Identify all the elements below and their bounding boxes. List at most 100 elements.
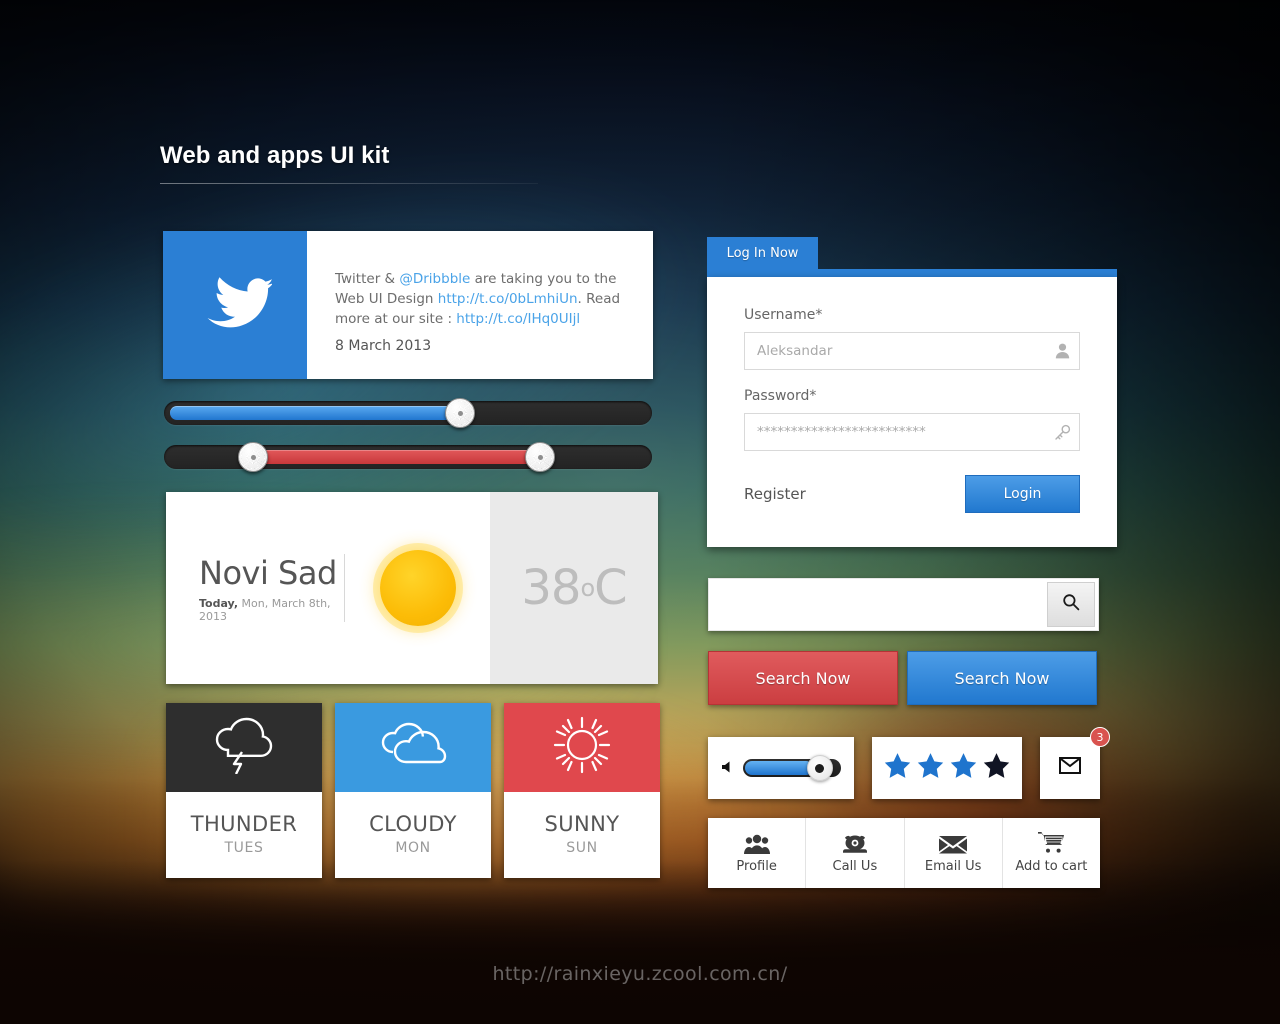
speaker-icon (721, 761, 735, 776)
forecast-name: THUNDER (190, 812, 298, 836)
page-title: Web and apps UI kit (160, 142, 390, 169)
widget-row: 3 (708, 727, 1110, 799)
sun-icon (379, 550, 456, 626)
login-button[interactable]: Login (965, 475, 1080, 513)
forecast-card-body: CLOUDY MON (335, 792, 491, 878)
weather-temp-value: 38 (521, 560, 581, 616)
tweet-seg-0: Twitter & (335, 271, 400, 287)
blue-slider[interactable] (164, 398, 652, 428)
username-field-box[interactable] (744, 332, 1080, 370)
twitter-card: Twitter & @Dribbble are taking you to th… (163, 231, 653, 379)
tweet-link-dribbble[interactable]: @Dribbble (399, 271, 470, 287)
envelope-icon (939, 832, 968, 854)
star-icon-1[interactable] (883, 751, 912, 785)
password-label: Password* (744, 388, 817, 404)
weather-temperature: 38 o C (490, 492, 658, 684)
red-slider-fill (254, 450, 542, 464)
cloudy-icon (377, 716, 449, 779)
login-panel: Username* Password* Register (707, 277, 1117, 547)
forecast-icon-panel (504, 703, 660, 792)
icon-bar-item-call-us[interactable]: Call Us (806, 818, 905, 888)
twitter-card-body: Twitter & @Dribbble are taking you to th… (307, 231, 653, 379)
forecast-icon-panel (166, 703, 322, 792)
icon-bar-item-profile[interactable]: Profile (708, 818, 807, 888)
search-button[interactable] (1047, 582, 1095, 627)
tweet-date: 8 March 2013 (335, 338, 432, 354)
forecast-name: CLOUDY (369, 812, 457, 836)
sunny-icon (546, 716, 618, 779)
forecast-card-body: SUNNY SUN (504, 792, 660, 878)
search-button-row: Search Now Search Now (708, 651, 1097, 705)
username-label: Username* (744, 307, 823, 323)
red-slider-handle-low[interactable] (238, 442, 268, 472)
volume-slider-handle[interactable] (806, 755, 833, 781)
tweet-link-2[interactable]: http://t.co/IHq0UIjl (456, 311, 580, 327)
icon-bar: Profile Call Us Email Us Add to cart (708, 818, 1100, 888)
login-actions: Register Login (744, 475, 1080, 513)
volume-slider-fill (744, 761, 813, 775)
weather-date-prefix: Today, (199, 596, 239, 610)
blue-slider-fill (170, 406, 462, 420)
login-panel-topbar (707, 269, 1117, 277)
forecast-card-sunny[interactable]: SUNNY SUN (504, 703, 660, 878)
twitter-bird-icon (198, 272, 274, 339)
envelope-icon (1059, 757, 1081, 779)
user-icon (1045, 343, 1079, 359)
weather-date: Today, Mon, March 8th, 2013 (199, 597, 344, 623)
people-icon (743, 832, 770, 854)
register-link[interactable]: Register (744, 485, 806, 503)
blue-slider-handle[interactable] (445, 398, 475, 428)
tweet-link-1[interactable]: http://t.co/0bLmhiUn (438, 291, 578, 307)
search-input[interactable] (709, 579, 1047, 630)
forecast-name: SUNNY (544, 812, 620, 836)
password-field-box[interactable] (744, 413, 1080, 451)
search-now-red-button[interactable]: Search Now (708, 651, 898, 705)
username-input[interactable] (745, 333, 1045, 369)
red-range-slider[interactable] (164, 442, 652, 472)
weather-city: Novi Sad (199, 553, 337, 592)
star-rating-widget[interactable] (872, 737, 1022, 799)
watermark-url: http://rainxieyu.zcool.com.cn/ (492, 963, 788, 985)
mail-badge-count: 3 (1090, 727, 1110, 747)
volume-slider[interactable] (742, 755, 841, 781)
star-icon-4[interactable] (982, 751, 1011, 785)
field-spacer (744, 370, 1080, 388)
telephone-icon (842, 832, 868, 854)
star-icon-2[interactable] (916, 751, 945, 785)
twitter-logo-panel (163, 231, 307, 379)
icon-bar-item-email-us[interactable]: Email Us (905, 818, 1003, 888)
forecast-icon-panel (335, 703, 491, 792)
star-icon-3[interactable] (949, 751, 978, 785)
icon-bar-label: Profile (736, 859, 777, 874)
forecast-day: TUES (224, 840, 264, 856)
icon-bar-label: Call Us (832, 859, 878, 874)
forecast-card-cloudy[interactable]: CLOUDY MON (335, 703, 491, 878)
weather-city-block: Novi Sad Today, Mon, March 8th, 2013 (166, 554, 344, 623)
weather-degree-symbol: o (580, 574, 595, 602)
forecast-day: SUN (566, 840, 598, 856)
icon-bar-label: Email Us (924, 859, 982, 874)
mail-widget[interactable]: 3 (1040, 727, 1110, 799)
password-input[interactable] (745, 414, 1045, 450)
title-divider (160, 183, 538, 184)
weather-unit: C (594, 560, 628, 616)
weather-left: Novi Sad Today, Mon, March 8th, 2013 (166, 492, 490, 684)
forecast-card-body: THUNDER TUES (166, 792, 322, 878)
thunder-cloud-icon (208, 716, 280, 779)
weather-widget: Novi Sad Today, Mon, March 8th, 2013 38 o… (166, 492, 658, 684)
search-bar[interactable] (708, 578, 1099, 631)
icon-bar-item-add-to-cart[interactable]: Add to cart (1003, 818, 1100, 888)
forecast-card-thunder[interactable]: THUNDER TUES (166, 703, 322, 878)
volume-widget[interactable] (708, 737, 854, 799)
forecast-day: MON (395, 840, 431, 856)
page-root: Web and apps UI kit Twitter & @Dribbble … (0, 0, 1280, 1024)
tab-log-in-now[interactable]: Log In Now (707, 237, 818, 270)
forecast-row: THUNDER TUES CLOUDY MON SUNNY SUN (166, 703, 660, 878)
tweet-text: Twitter & @Dribbble are taking you to th… (335, 269, 625, 329)
weather-icon-wrap (345, 550, 490, 626)
search-now-blue-button[interactable]: Search Now (907, 651, 1097, 705)
key-icon (1045, 424, 1079, 441)
shopping-cart-icon (1038, 832, 1065, 854)
search-icon (1062, 593, 1080, 616)
red-slider-handle-high[interactable] (525, 442, 555, 472)
